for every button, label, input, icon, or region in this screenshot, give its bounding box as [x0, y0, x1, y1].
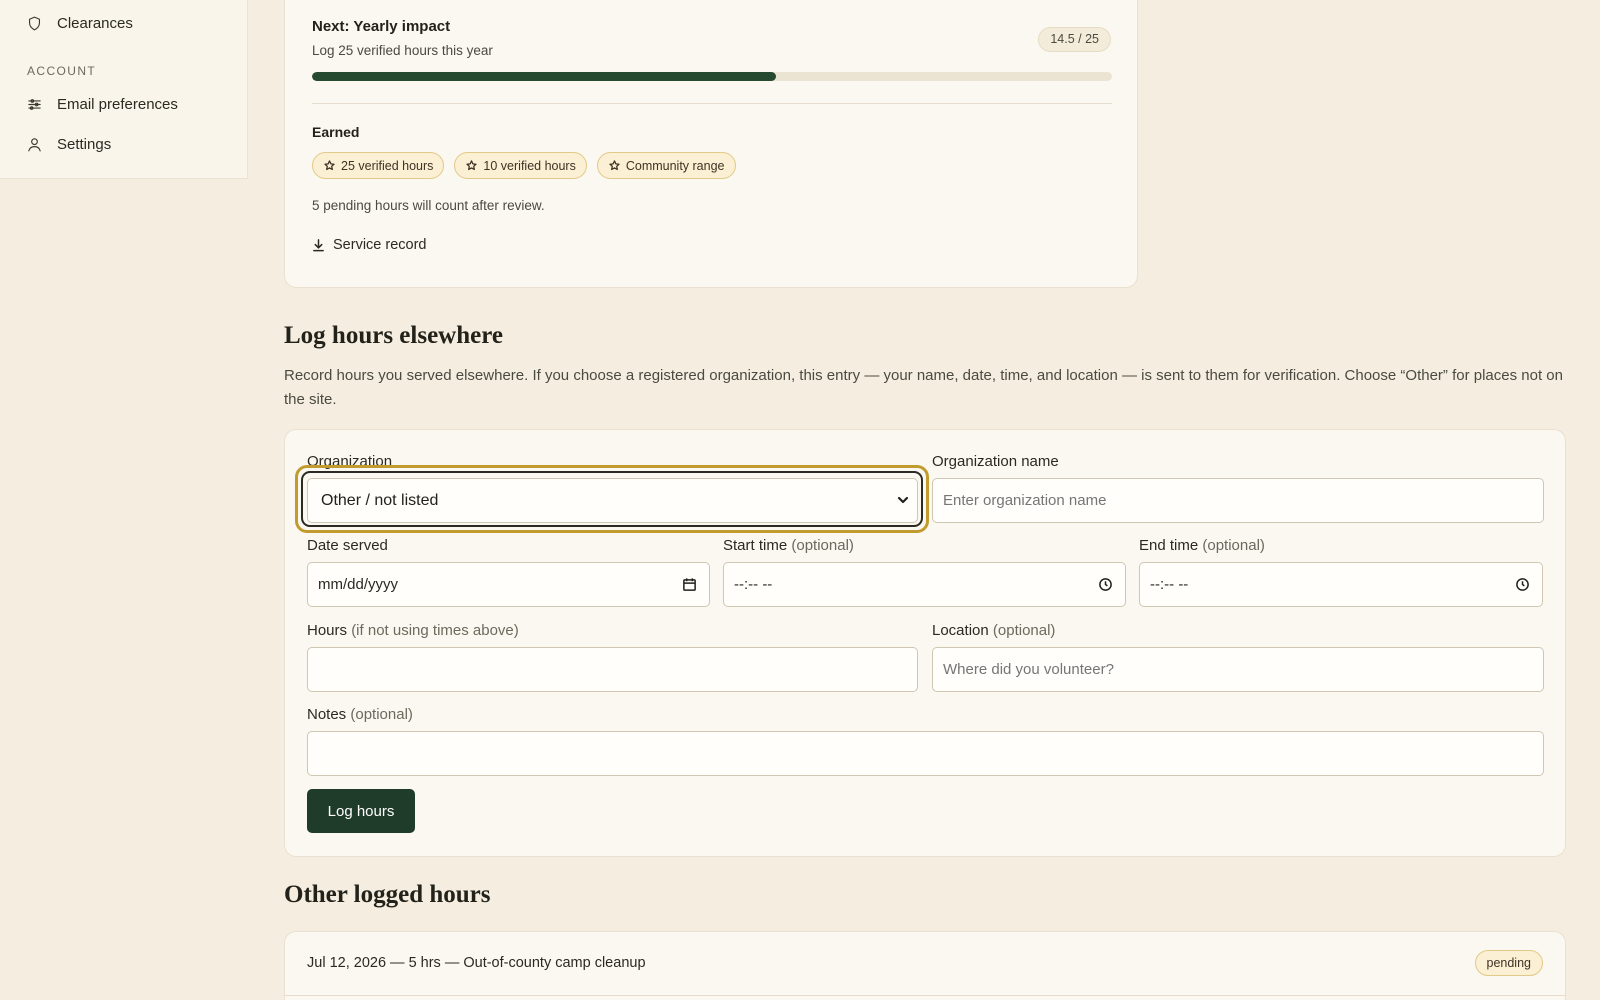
clock-icon[interactable]: [1098, 577, 1113, 592]
sidebar: Clearances ACCOUNT Email preferences Set…: [0, 0, 248, 179]
star-icon: [324, 160, 335, 171]
log-hours-button[interactable]: Log hours: [307, 789, 415, 833]
hours-label-text: Hours: [307, 622, 348, 639]
earned-badge: 10 verified hours: [454, 152, 587, 179]
optional-hint: (optional): [1202, 537, 1265, 554]
end-time-label: End time (optional): [1139, 537, 1265, 554]
pending-hours-note: 5 pending hours will count after review.: [312, 198, 545, 213]
sidebar-item-label: Clearances: [57, 15, 133, 32]
logged-hours-list: Jul 12, 2026 — 5 hrs — Out-of-county cam…: [284, 931, 1566, 1000]
star-icon: [609, 160, 620, 171]
milestone-count-badge: 14.5 / 25: [1038, 27, 1111, 52]
optional-hint: (optional): [791, 537, 854, 554]
chevron-down-icon: [897, 496, 909, 504]
hours-label: Hours (if not using times above): [307, 622, 519, 639]
milestone-progress-fill: [312, 72, 776, 81]
start-time-label-text: Start time: [723, 537, 788, 554]
organization-name-input[interactable]: [932, 478, 1544, 523]
sidebar-item-settings[interactable]: Settings: [26, 136, 111, 153]
log-hours-form: Organization Other / not listed Organiza…: [284, 429, 1566, 857]
logged-hours-entry: Jul 12, 2026 — 5 hrs — Out-of-county cam…: [307, 955, 646, 971]
log-hours-description: Record hours you served elsewhere. If yo…: [284, 367, 1563, 408]
location-label: Location (optional): [932, 622, 1055, 639]
end-time-label-text: End time: [1139, 537, 1199, 554]
earned-label: Earned: [312, 124, 360, 140]
optional-hint: (optional): [350, 706, 413, 723]
optional-hint: (optional): [992, 622, 1056, 639]
row-divider: [285, 995, 1565, 996]
milestone-subtitle: Log 25 verified hours this year: [312, 43, 493, 58]
shield-icon: [28, 16, 41, 31]
location-label-text: Location: [932, 622, 989, 639]
milestone-title: Next: Yearly impact: [312, 18, 451, 35]
notes-label: Notes (optional): [307, 706, 413, 723]
sidebar-item-clearances[interactable]: Clearances: [26, 15, 133, 32]
location-input[interactable]: [932, 647, 1544, 692]
user-icon: [28, 138, 41, 152]
start-time-input[interactable]: --:-- --: [723, 562, 1126, 607]
badge-label: 10 verified hours: [483, 158, 576, 173]
sidebar-item-label: Settings: [57, 136, 112, 153]
end-time-input[interactable]: --:-- --: [1139, 562, 1543, 607]
hours-input[interactable]: [307, 647, 918, 692]
service-record-label: Service record: [333, 237, 427, 253]
time-placeholder: --:-- --: [1150, 576, 1189, 593]
date-served-label: Date served: [307, 537, 388, 554]
log-hours-heading: Log hours elsewhere: [284, 322, 503, 349]
earned-badge: Community range: [596, 152, 736, 179]
organization-select[interactable]: Other / not listed: [307, 478, 918, 523]
sliders-icon: [28, 99, 41, 110]
download-icon: [313, 238, 324, 251]
time-placeholder: --:-- --: [734, 576, 773, 593]
earned-badge: 25 verified hours: [312, 152, 445, 179]
clock-icon[interactable]: [1515, 577, 1530, 592]
sidebar-item-label: Email preferences: [57, 96, 178, 113]
sidebar-section-account: ACCOUNT: [27, 64, 97, 78]
earned-badges: 25 verified hours 10 verified hours Comm…: [312, 152, 736, 179]
milestone-progress-bar: [312, 72, 1112, 81]
sidebar-item-email-preferences[interactable]: Email preferences: [26, 96, 178, 113]
milestone-card: Next: Yearly impact Log 25 verified hour…: [284, 0, 1138, 288]
hours-hint: (if not using times above): [351, 622, 519, 639]
star-icon: [466, 160, 478, 171]
notes-input[interactable]: [307, 731, 1544, 776]
date-served-input[interactable]: mm/dd/yyyy: [307, 562, 710, 607]
organization-name-label: Organization name: [932, 453, 1059, 470]
date-placeholder: mm/dd/yyyy: [318, 576, 399, 593]
badge-label: Community range: [625, 158, 725, 173]
service-record-link[interactable]: Service record: [312, 237, 426, 253]
badge-label: 25 verified hours: [341, 158, 434, 173]
organization-select-value: Other / not listed: [321, 492, 439, 509]
status-badge: pending: [1474, 950, 1543, 976]
calendar-icon[interactable]: [682, 577, 697, 592]
other-logged-hours-heading: Other logged hours: [284, 881, 491, 908]
start-time-label: Start time (optional): [723, 537, 854, 554]
divider: [312, 103, 1112, 104]
notes-label-text: Notes: [307, 706, 347, 723]
